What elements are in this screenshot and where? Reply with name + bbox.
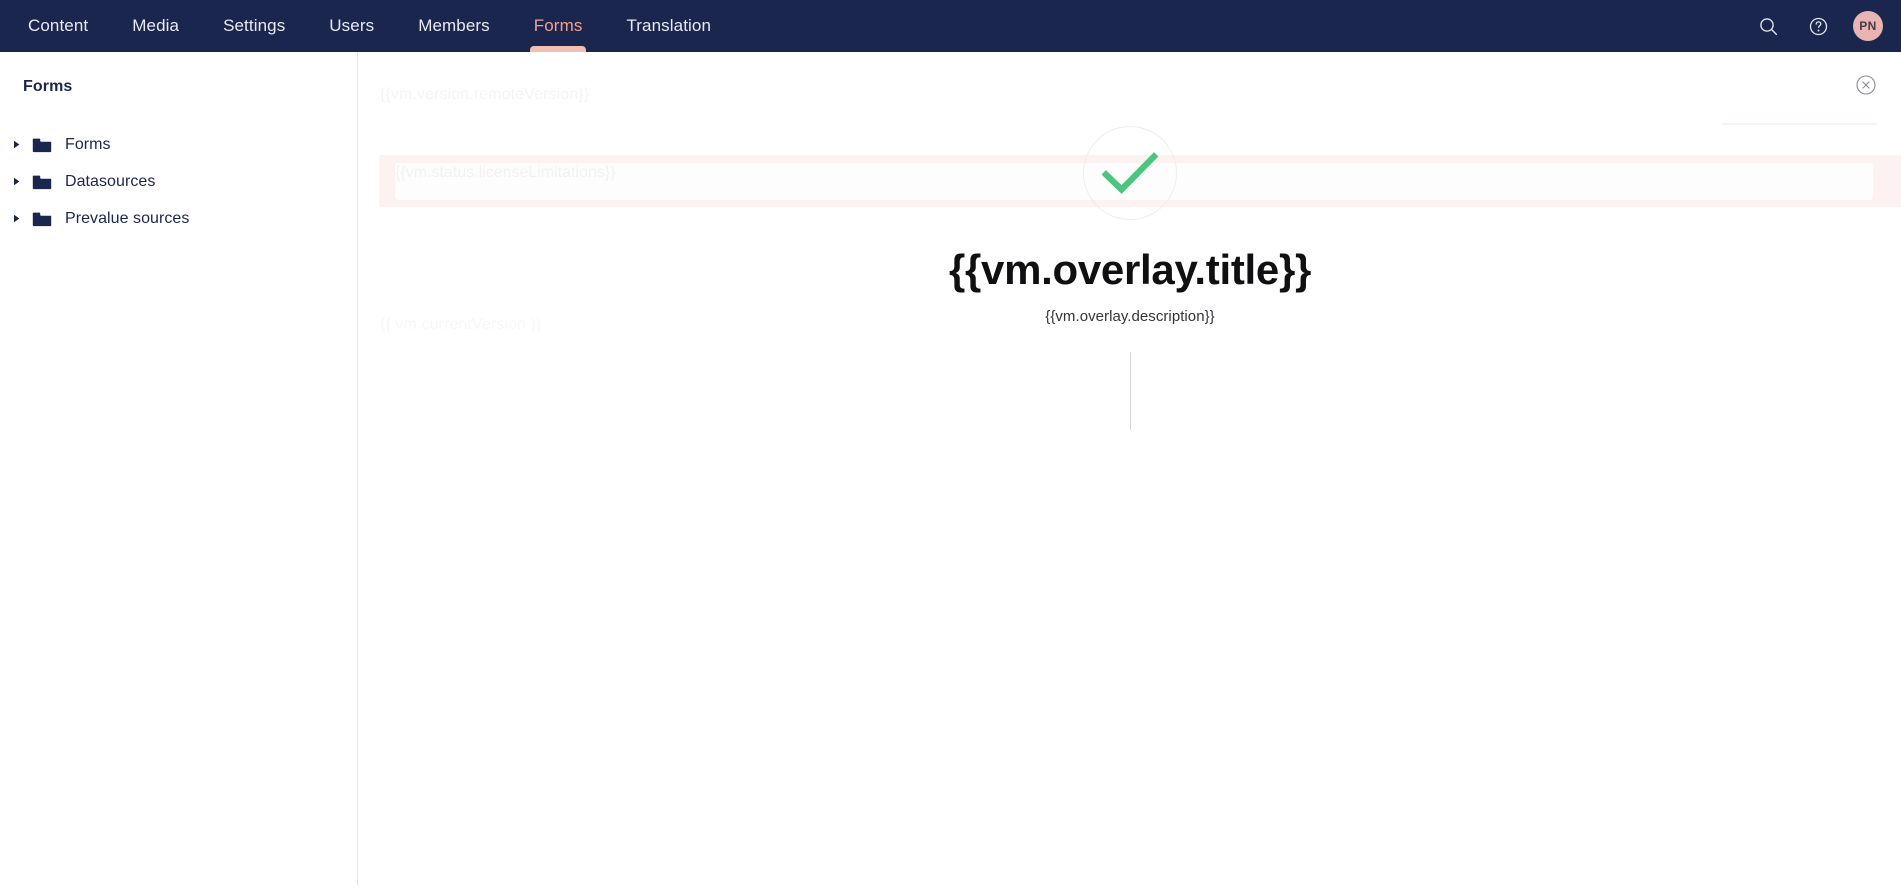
close-circle-icon[interactable] [1855, 74, 1877, 96]
content-pane: {{vm.version.remoteVersion}} {{vm.status… [359, 52, 1901, 889]
app-window: Content Media Settings Users Members For… [0, 0, 1901, 889]
sidebar-item-label: Forms [65, 135, 111, 153]
background-license-banner: {{vm.status.licenseLimitations}} [379, 155, 1901, 207]
question-mark-icon[interactable] [1803, 11, 1833, 41]
nav-tab-forms[interactable]: Forms [512, 0, 605, 52]
background-current-version-text: {{ vm.currentVersion }} [380, 316, 542, 333]
nav-tab-label: Users [329, 16, 375, 35]
caret-right-icon[interactable] [7, 172, 27, 192]
sidebar-item-datasources[interactable]: Datasources [0, 163, 358, 200]
search-icon[interactable] [1753, 11, 1783, 41]
nav-tab-content[interactable]: Content [6, 0, 110, 52]
nav-tab-media[interactable]: Media [110, 0, 201, 52]
background-license-banner-inner [395, 163, 1873, 200]
nav-utility-group: PN [1753, 0, 1883, 52]
sidebar-title: Forms [23, 78, 73, 95]
avatar-initials: PN [1859, 19, 1877, 33]
background-license-limitations-text: {{vm.status.licenseLimitations}} [395, 164, 616, 181]
folder-icon [31, 209, 53, 229]
sidebar-item-label: Datasources [65, 172, 156, 190]
nav-tab-settings[interactable]: Settings [201, 0, 307, 52]
sidebar-tree: Forms Datasources Prevalue sources [0, 126, 358, 237]
background-remote-version-text: {{vm.version.remoteVersion}} [380, 86, 590, 103]
folder-icon [31, 172, 53, 192]
sidebar-item-label: Prevalue sources [65, 209, 190, 227]
overlay-title: {{vm.overlay.title}} [948, 246, 1312, 293]
nav-tab-label: Settings [223, 16, 286, 35]
avatar[interactable]: PN [1853, 11, 1883, 41]
top-navigation-bar: Content Media Settings Users Members For… [0, 0, 1901, 52]
nav-tab-label: Forms [533, 16, 583, 35]
nav-tab-label: Media [132, 16, 180, 35]
nav-tab-label: Members [418, 16, 490, 35]
sidebar-item-forms[interactable]: Forms [0, 126, 358, 163]
overlay-description: {{vm.overlay.description}} [1045, 308, 1215, 326]
background-divider [1722, 123, 1877, 125]
sidebar: Forms Forms Datasources Prevalue sources [0, 52, 358, 889]
nav-tab-list: Content Media Settings Users Members For… [6, 0, 733, 52]
nav-tab-translation[interactable]: Translation [604, 0, 733, 52]
overlay-vertical-divider [1129, 352, 1131, 431]
caret-right-icon[interactable] [7, 135, 27, 155]
nav-tab-label: Translation [626, 16, 712, 35]
folder-icon [31, 135, 53, 155]
sidebar-item-prevalue-sources[interactable]: Prevalue sources [0, 200, 358, 237]
nav-tab-label: Content [28, 16, 89, 35]
nav-tab-members[interactable]: Members [396, 0, 512, 52]
nav-tab-users[interactable]: Users [307, 0, 396, 52]
caret-right-icon[interactable] [7, 209, 27, 229]
